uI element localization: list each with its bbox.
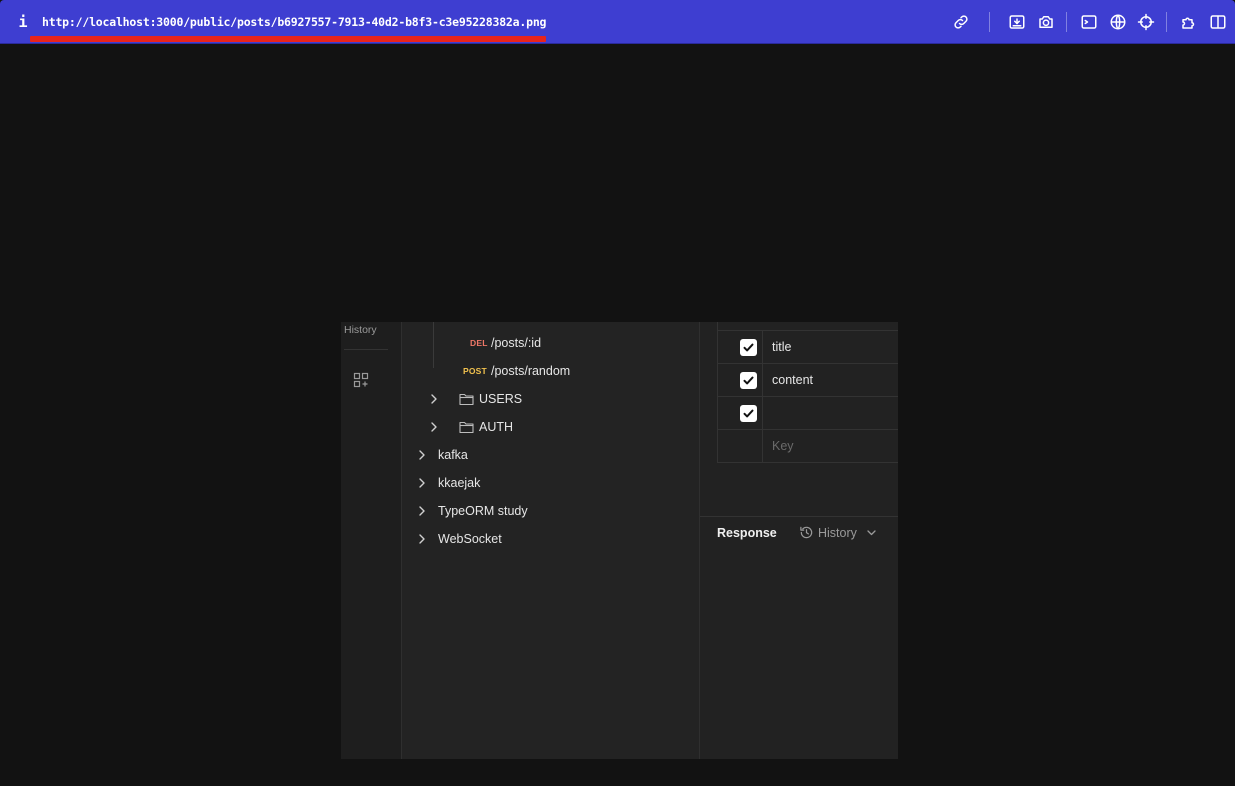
param-row (718, 396, 898, 429)
split-view-icon[interactable] (1209, 13, 1227, 31)
url-text[interactable]: http://localhost:3000/public/posts/b6927… (42, 15, 546, 29)
collection-label: TypeORM study (438, 504, 528, 518)
response-title: Response (717, 526, 777, 540)
info-icon[interactable]: i (16, 12, 30, 32)
folder-icon (459, 421, 474, 434)
param-checkbox[interactable] (740, 372, 757, 389)
tree-folder-users[interactable]: USERS (402, 385, 700, 413)
collection-tree: DEL /posts/:id POST /posts/random USERS … (402, 322, 700, 759)
request-path: /posts/random (491, 364, 571, 378)
tree-request-post-random[interactable]: POST /posts/random (402, 357, 700, 385)
api-client-window: History DEL /posts/:id POST /posts/rando… (341, 322, 898, 759)
toolbar-separator (1066, 12, 1067, 32)
chevron-right-icon (419, 534, 425, 544)
param-key[interactable]: content (772, 373, 813, 387)
download-icon[interactable] (1008, 13, 1026, 31)
globe-icon[interactable] (1109, 13, 1127, 31)
response-history-button[interactable]: History (799, 523, 881, 543)
history-icon (800, 526, 813, 539)
param-row-new: Key (718, 429, 898, 462)
collection-label: WebSocket (438, 532, 502, 546)
folder-icon (459, 393, 474, 406)
grid-add-icon[interactable] (353, 372, 369, 388)
toolbar-separator (1166, 12, 1167, 32)
browser-url-bar: i http://localhost:3000/public/posts/b69… (0, 0, 1235, 44)
param-check-cell (718, 364, 763, 396)
folder-label: AUTH (479, 420, 514, 434)
param-key-input[interactable]: Key (772, 439, 794, 453)
chevron-right-icon (419, 478, 425, 488)
param-row: content (718, 363, 898, 396)
request-pane: title content Key Response History (700, 322, 898, 759)
param-key[interactable]: title (772, 340, 791, 354)
tree-collection-websocket[interactable]: WebSocket (402, 525, 700, 553)
chevron-down-icon (867, 530, 876, 536)
chevron-right-icon (431, 394, 437, 404)
url-underline (30, 36, 546, 42)
rail-history-label[interactable]: History (344, 324, 377, 336)
terminal-icon[interactable] (1080, 13, 1098, 31)
left-rail: History (341, 322, 402, 759)
puzzle-icon[interactable] (1180, 13, 1198, 31)
chevron-right-icon (431, 422, 437, 432)
param-check-cell (718, 331, 763, 363)
chevron-right-icon (419, 506, 425, 516)
tree-collection-typeorm-study[interactable]: TypeORM study (402, 497, 700, 525)
tree-collection-kkaejak[interactable]: kkaejak (402, 469, 700, 497)
toolbar-separator (989, 12, 990, 32)
history-label: History (818, 526, 857, 540)
rail-divider (344, 349, 388, 350)
collection-label: kkaejak (438, 476, 481, 490)
param-checkbox[interactable] (740, 339, 757, 356)
param-check-cell (718, 430, 763, 462)
collection-label: kafka (438, 448, 468, 462)
tree-collection-kafka[interactable]: kafka (402, 441, 700, 469)
folder-label: USERS (479, 392, 523, 406)
request-path: /posts/:id (491, 336, 542, 350)
crosshair-icon[interactable] (1137, 13, 1155, 31)
param-row: title (718, 330, 898, 363)
param-check-cell (718, 397, 763, 429)
link-icon[interactable] (952, 13, 970, 31)
param-checkbox[interactable] (740, 405, 757, 422)
chevron-right-icon (419, 450, 425, 460)
method-badge-del: DEL (470, 338, 488, 348)
tree-request-delete-post[interactable]: DEL /posts/:id (402, 329, 700, 357)
method-badge-post: POST (463, 366, 487, 376)
tree-folder-auth[interactable]: AUTH (402, 413, 700, 441)
camera-icon[interactable] (1037, 13, 1055, 31)
response-header: Response History (700, 516, 898, 549)
params-table: title content Key (717, 322, 898, 463)
